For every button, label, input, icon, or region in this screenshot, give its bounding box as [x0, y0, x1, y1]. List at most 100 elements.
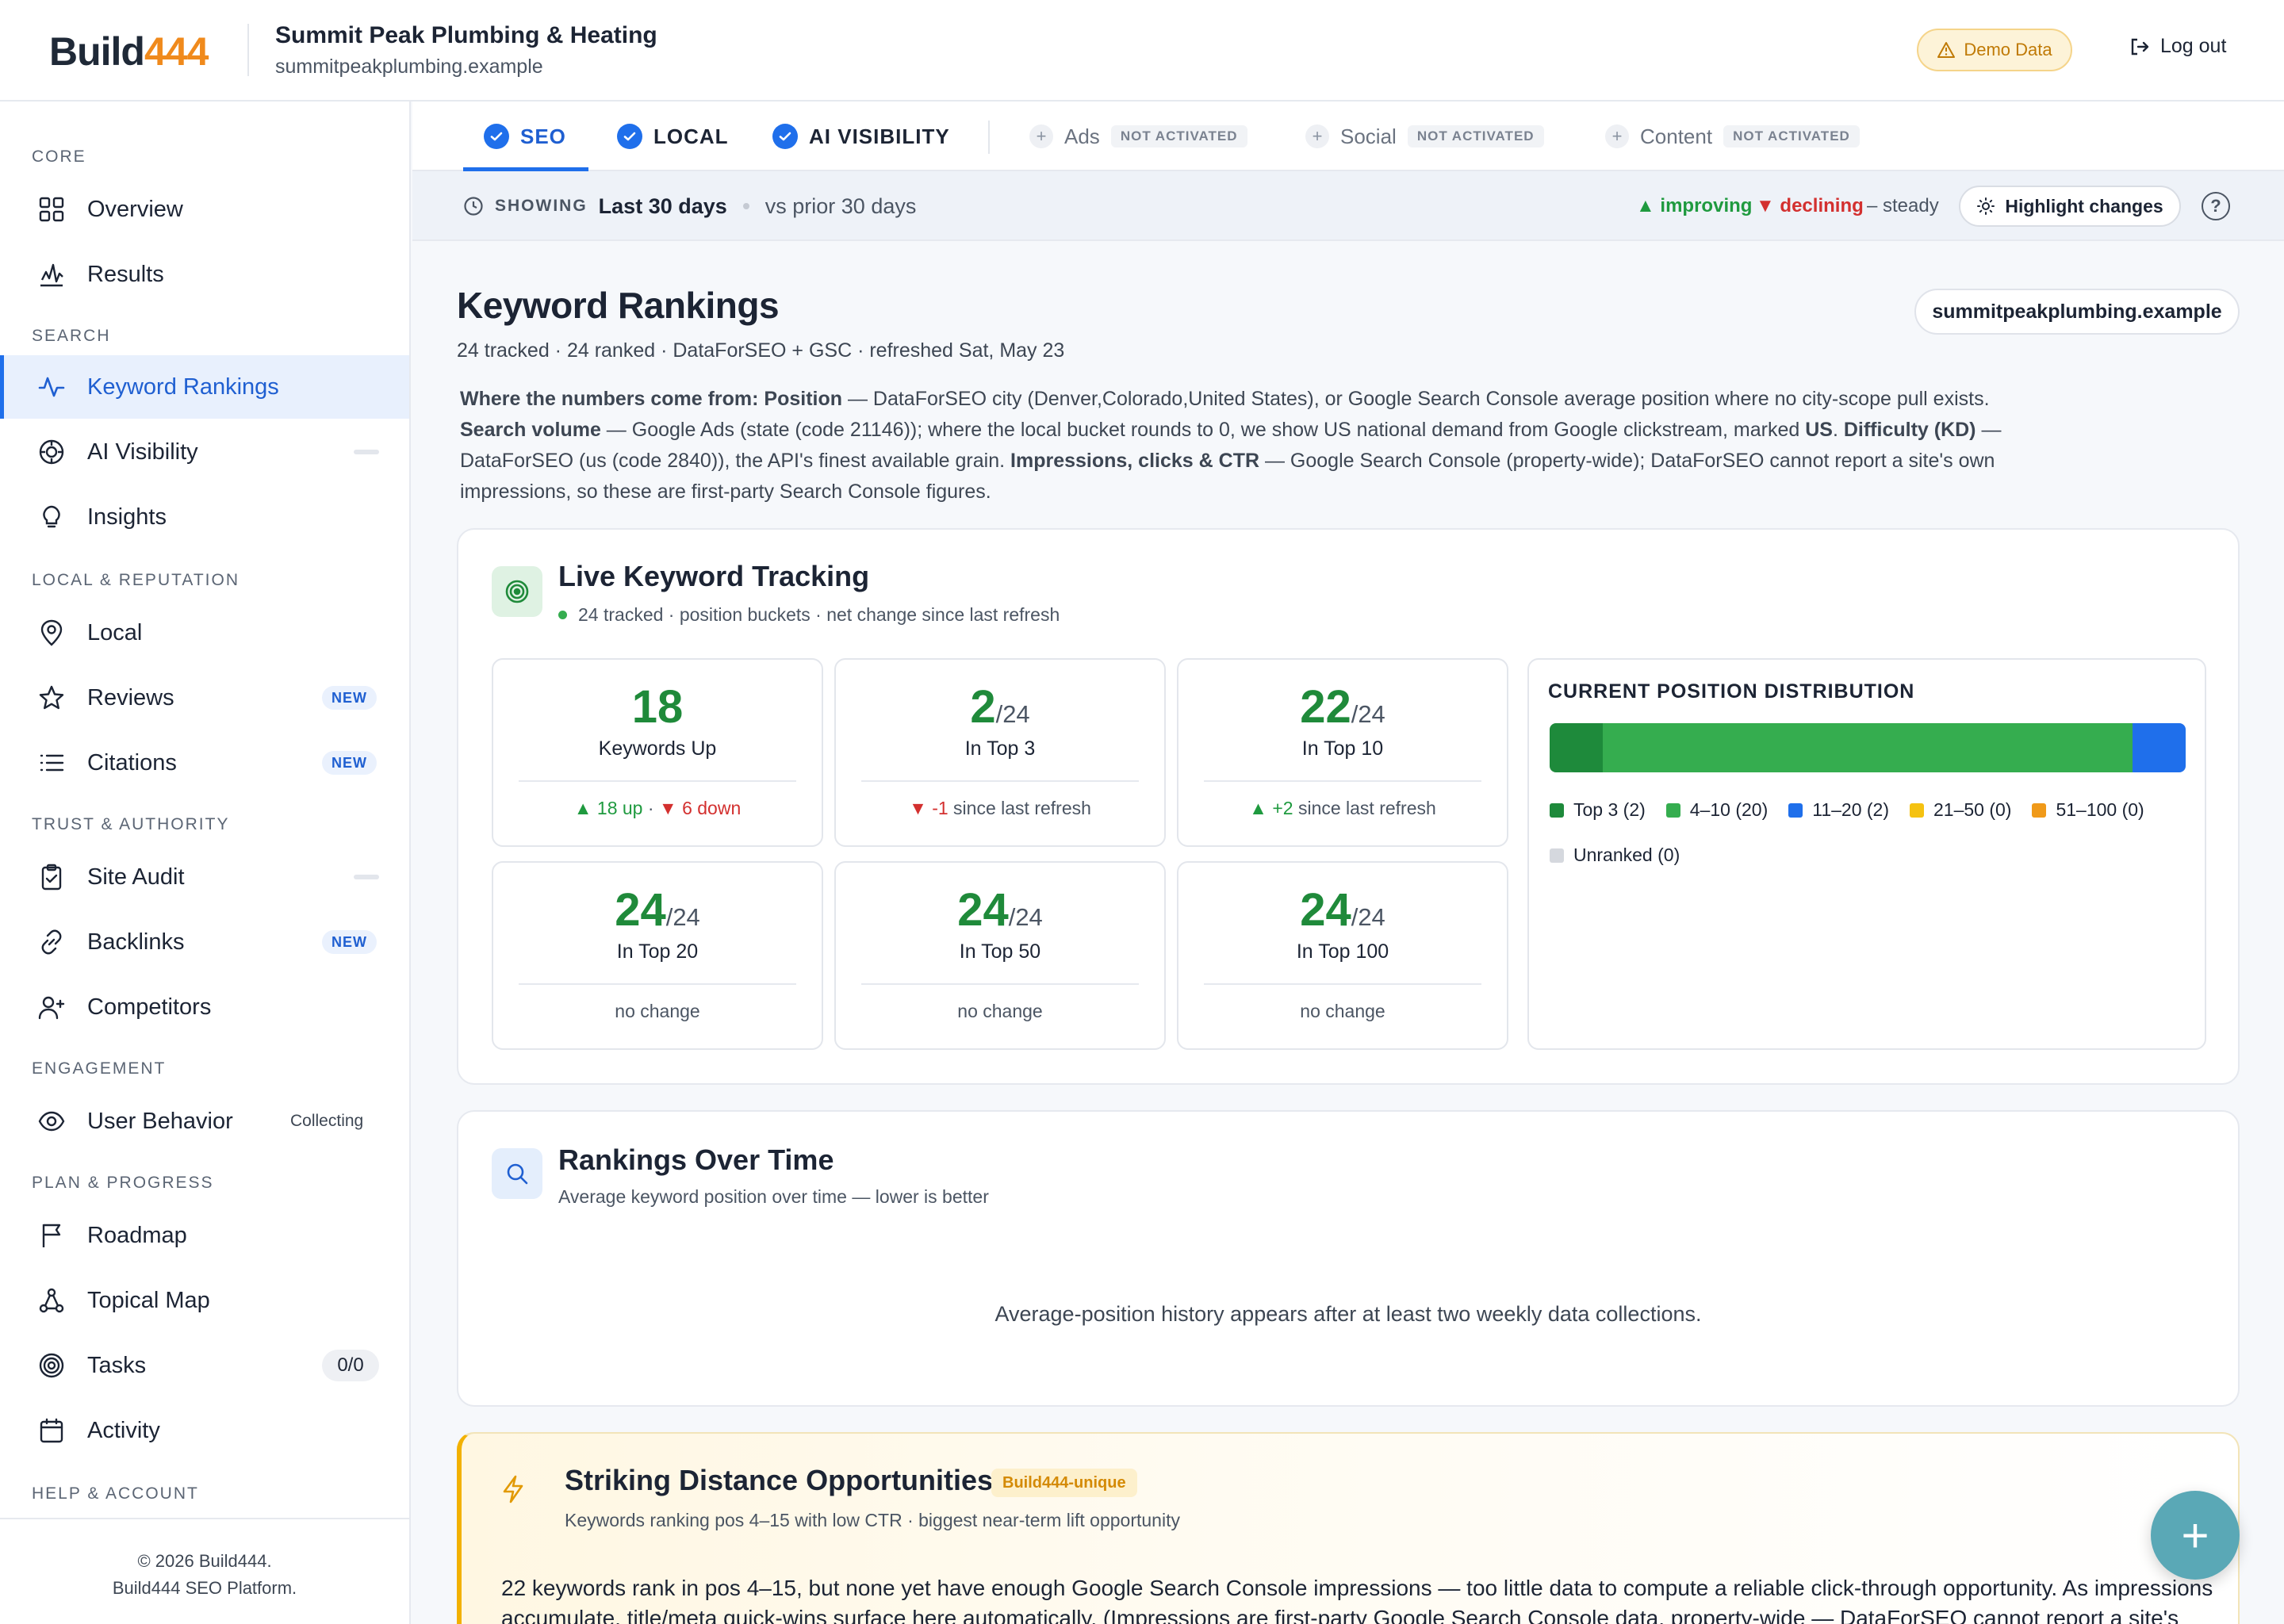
position-distribution: CURRENT POSITION DISTRIBUTION Top 3 (2) 4… [1527, 658, 2206, 1050]
status-placeholder [354, 875, 379, 879]
legend-swatch [1550, 802, 1564, 818]
live-keyword-tracking-card: Live Keyword Tracking 24 tracked · posit… [457, 528, 2240, 1085]
card-title: Striking Distance Opportunities [565, 1464, 994, 1496]
sidebar-item-overview[interactable]: Overview [0, 178, 409, 241]
sidebar-item-citations[interactable]: Citations NEW [0, 731, 409, 795]
plus-icon: + [1029, 124, 1053, 148]
add-fab-button[interactable]: + [2151, 1491, 2240, 1580]
map-pin-icon [36, 618, 67, 648]
logout-button[interactable]: Log out [2129, 35, 2226, 58]
sidebar-item-label: Backlinks [87, 929, 185, 955]
sidebar-item-topical-map[interactable]: Topical Map [0, 1269, 409, 1332]
sidebar-item-results[interactable]: Results [0, 243, 409, 306]
help-icon[interactable]: ? [2202, 192, 2230, 220]
legend-improving: ▲ improving [1636, 195, 1753, 216]
tab-ai-visibility[interactable]: AI VISIBILITY [772, 102, 950, 171]
stat-top-20: 24/24 In Top 20 no change [492, 861, 823, 1050]
card-title: Live Keyword Tracking [558, 560, 870, 592]
striking-distance-card: Striking Distance Opportunities Build444… [457, 1432, 2240, 1624]
flag-icon [36, 1220, 67, 1251]
sidebar-item-user-behavior[interactable]: User Behavior Collecting [0, 1090, 409, 1153]
card-subtitle: Average keyword position over time — low… [558, 1186, 989, 1207]
data-sources-note: Where the numbers come from: Position — … [460, 388, 2002, 503]
sidebar-item-roadmap[interactable]: Roadmap [0, 1204, 409, 1267]
sidebar-item-label: AI Visibility [87, 439, 198, 465]
link-icon [36, 927, 67, 957]
page-subtitle: 24 tracked · 24 ranked · DataForSEO + GS… [457, 339, 1065, 362]
tab-seo[interactable]: SEO [463, 102, 588, 171]
tab-divider [988, 121, 990, 154]
sidebar-item-competitors[interactable]: Competitors [0, 975, 409, 1039]
card-subtitle: Keywords ranking pos 4–15 with low CTR ·… [565, 1510, 1180, 1530]
compare-range: vs prior 30 days [765, 193, 917, 218]
section-core: CORE [32, 147, 86, 166]
sidebar-item-insights[interactable]: Insights [0, 485, 409, 549]
section-local: LOCAL & REPUTATION [32, 571, 240, 589]
pulse-chart-icon [36, 259, 67, 289]
empty-state-message: Average-position history appears after a… [994, 1302, 1702, 1326]
section-help: HELP & ACCOUNT [32, 1484, 199, 1503]
legend-label: 11–20 (2) [1812, 799, 1889, 820]
demo-data-badge: Demo Data [1917, 29, 2072, 71]
sidebar-item-keyword-rankings[interactable]: Keyword Rankings [0, 355, 409, 419]
stat-top-10: 22/24 In Top 10 ▲ +2 since last refresh [1177, 658, 1508, 847]
sidebar-item-activity[interactable]: Activity [0, 1399, 409, 1462]
highlight-changes-button[interactable]: Highlight changes [1959, 186, 2181, 227]
legend-declining: ▼ declining [1756, 195, 1864, 216]
live-status-dot [558, 611, 567, 619]
check-circle-icon [484, 124, 509, 149]
module-tabs: SEO LOCAL AI VISIBILITY + Ads NOT ACTIVA… [412, 102, 2284, 171]
brand-logo[interactable]: Build444 [49, 29, 209, 75]
date-range-bar: SHOWING Last 30 days vs prior 30 days ▲ … [412, 171, 2284, 241]
sidebar-item-tasks[interactable]: Tasks 0/0 [0, 1334, 409, 1397]
sidebar-footer: © 2026 Build444. Build444 SEO Platform. [0, 1518, 409, 1624]
tab-ads[interactable]: + Ads NOT ACTIVATED [1029, 102, 1247, 171]
sidebar-item-label: Results [87, 261, 164, 287]
date-range-selector[interactable]: SHOWING Last 30 days vs prior 30 days [463, 171, 916, 241]
sidebar: CORE Overview Results SEARCH Keyword Ran… [0, 102, 411, 1624]
domain-chip[interactable]: summitpeakplumbing.example [1914, 289, 2240, 335]
user-plus-icon [36, 992, 67, 1022]
stat-top-3: 2/24 In Top 3 ▼ -1 since last refresh [834, 658, 1166, 847]
legend-item: 11–20 (2) [1788, 799, 1889, 821]
target-icon [36, 1350, 67, 1381]
legend-steady: – steady [1867, 195, 1939, 216]
legend-label: Unranked (0) [1573, 845, 1680, 865]
plus-icon: + [1305, 124, 1329, 148]
section-trust: TRUST & AUTHORITY [32, 815, 230, 833]
sidebar-item-ai-visibility[interactable]: AI Visibility [0, 420, 409, 484]
distribution-legend: Top 3 (2) 4–10 (20) 11–20 (2) 21–50 (0) 51–1… [1550, 799, 2184, 866]
clock-icon [464, 197, 483, 216]
sidebar-item-label: Reviews [87, 684, 174, 710]
activity-icon [36, 372, 67, 402]
sidebar-item-label: Insights [87, 504, 167, 530]
star-icon [36, 683, 67, 713]
distribution-segment [2133, 723, 2186, 772]
sidebar-item-label: Roadmap [87, 1222, 187, 1248]
not-activated-badge: NOT ACTIVATED [1723, 125, 1860, 147]
new-badge: NEW [322, 930, 377, 954]
business-name: Summit Peak Plumbing & Heating [275, 22, 657, 48]
legend-swatch [1788, 802, 1803, 818]
tab-social[interactable]: + Social NOT ACTIVATED [1305, 102, 1544, 171]
sidebar-item-label: User Behavior [87, 1108, 233, 1134]
distribution-bar [1550, 723, 2186, 772]
legend-swatch [2032, 802, 2047, 818]
tab-content[interactable]: + Content NOT ACTIVATED [1605, 102, 1860, 171]
legend-swatch [1910, 802, 1924, 818]
sidebar-item-site-audit[interactable]: Site Audit [0, 845, 409, 909]
stat-top-50: 24/24 In Top 50 no change [834, 861, 1166, 1050]
rankings-over-time-card: Rankings Over Time Average keyword posit… [457, 1110, 2240, 1407]
tab-local[interactable]: LOCAL [617, 102, 729, 171]
sidebar-item-backlinks[interactable]: Backlinks NEW [0, 910, 409, 974]
opportunity-explanation: 22 keywords rank in pos 4–15, but none y… [501, 1576, 2213, 1624]
check-circle-icon [617, 124, 642, 149]
sidebar-item-local[interactable]: Local [0, 601, 409, 665]
lightning-icon [501, 1475, 525, 1507]
stat-top-100: 24/24 In Top 100 no change [1177, 861, 1508, 1050]
new-badge: NEW [322, 751, 377, 775]
sidebar-item-reviews[interactable]: Reviews NEW [0, 666, 409, 730]
legend-swatch [1665, 802, 1680, 818]
page-title: Keyword Rankings [457, 285, 780, 326]
business-domain: summitpeakplumbing.example [275, 56, 543, 78]
